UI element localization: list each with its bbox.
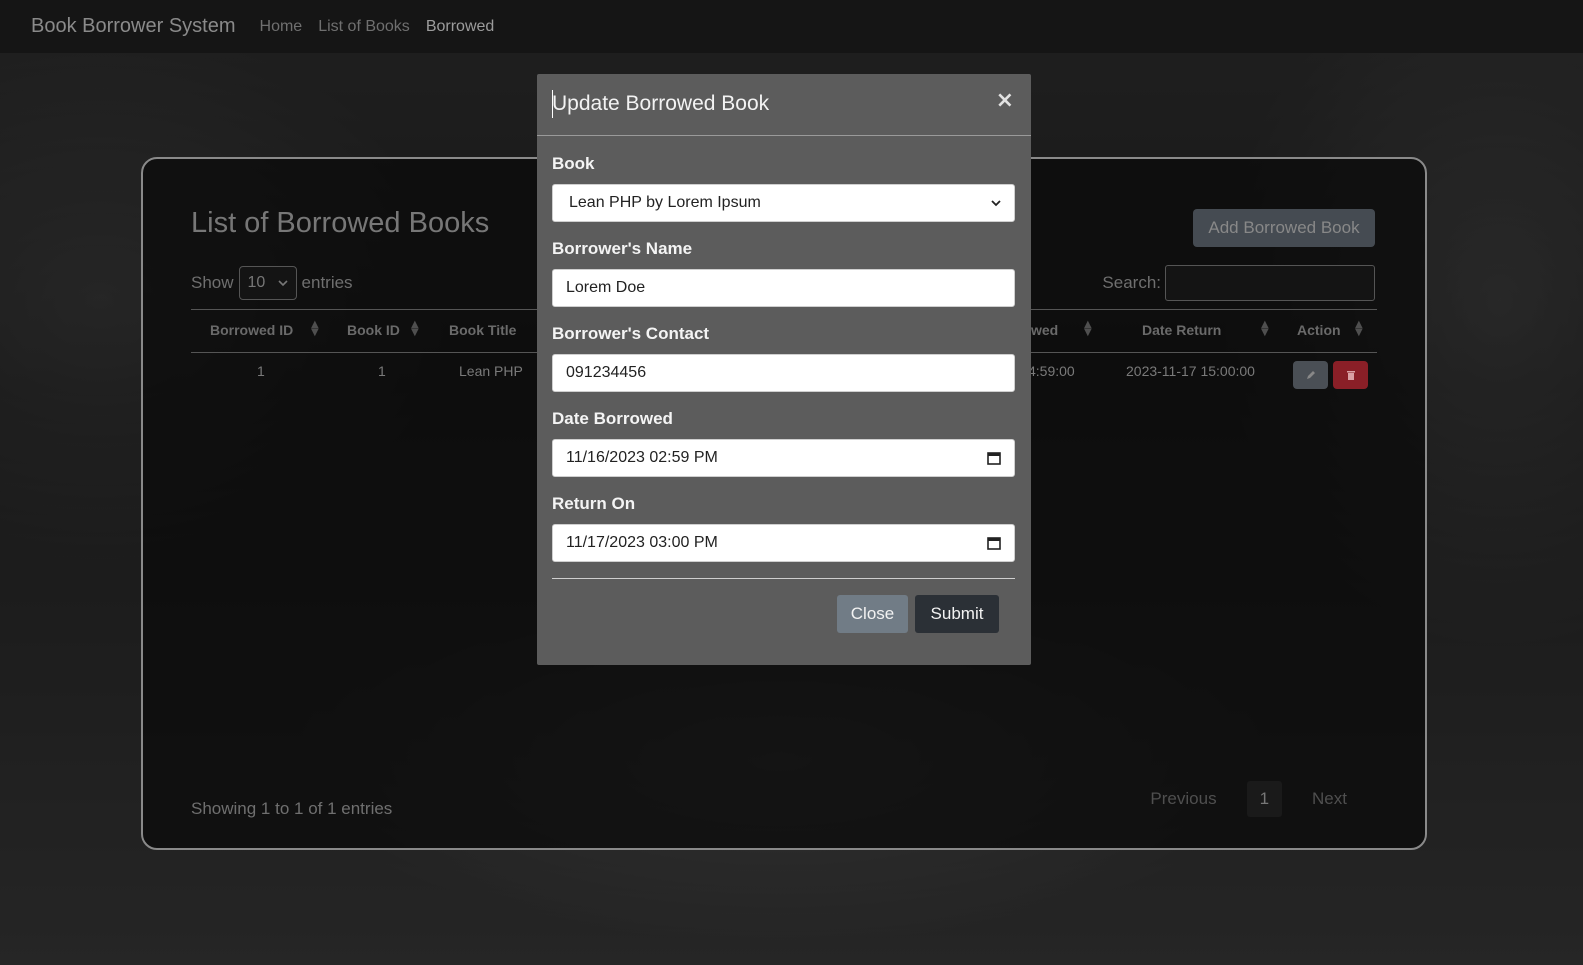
sort-icon: ▲ ▼ xyxy=(1084,319,1092,338)
sort-icon: ▲ ▼ xyxy=(411,319,419,338)
nav-link-list-of-books[interactable]: List of Books xyxy=(318,18,410,36)
delete-button[interactable] xyxy=(1333,361,1368,389)
borrower-name-label: Borrower's Name xyxy=(552,239,693,258)
modal-title: Update Borrowed Book xyxy=(552,92,770,115)
column-book-title[interactable]: Book Title xyxy=(449,322,516,338)
entries-label: entries xyxy=(301,273,353,292)
return-on-input[interactable]: 11/17/2023 03:00 PM xyxy=(552,524,1015,562)
cell-borrowed-id: 1 xyxy=(257,363,265,379)
cell-book-id: 1 xyxy=(378,363,386,379)
chevron-down-icon xyxy=(991,200,1001,207)
update-borrowed-book-modal: Update Borrowed Book × Book Lean PHP by … xyxy=(537,74,1031,665)
trash-icon xyxy=(1346,371,1355,380)
pagination-next[interactable]: Next xyxy=(1300,781,1359,817)
page-length-value: 10 xyxy=(247,274,266,291)
column-date-borrowed[interactable]: wed xyxy=(1031,322,1058,338)
pagination: Previous 1 Next xyxy=(1138,781,1359,817)
navbar: Book Borrower System Home List of Books … xyxy=(0,0,1583,53)
calendar-icon[interactable] xyxy=(987,536,1001,550)
nav-link-borrowed[interactable]: Borrowed xyxy=(426,18,494,36)
page-length-select[interactable]: 10 xyxy=(238,266,297,300)
date-borrowed-input[interactable]: 11/16/2023 02:59 PM xyxy=(552,439,1015,477)
cell-book-title: Lean PHP xyxy=(459,363,523,379)
cell-date-return: 2023-11-17 15:00:00 xyxy=(1126,363,1255,379)
date-borrowed-label: Date Borrowed xyxy=(552,409,673,428)
pagination-previous[interactable]: Previous xyxy=(1138,781,1228,817)
close-button[interactable]: Close xyxy=(837,595,908,633)
cell-date-borrowed: 4:59:00 xyxy=(1028,363,1075,379)
return-on-value: 11/17/2023 03:00 PM xyxy=(566,534,718,551)
return-on-label: Return On xyxy=(552,494,636,513)
page-length-control: Show 10 entries xyxy=(191,266,353,300)
edit-button[interactable] xyxy=(1293,361,1328,389)
book-label: Book xyxy=(552,154,595,173)
pagination-page-1[interactable]: 1 xyxy=(1246,781,1283,817)
book-select[interactable]: Lean PHP by Lorem Ipsum xyxy=(552,184,1015,222)
pencil-icon xyxy=(1306,371,1315,379)
borrower-name-value: Lorem Doe xyxy=(566,279,646,296)
nav-link-home[interactable]: Home xyxy=(260,18,303,36)
borrower-contact-label: Borrower's Contact xyxy=(552,324,710,343)
submit-button[interactable]: Submit xyxy=(915,595,999,633)
column-action[interactable]: Action xyxy=(1297,322,1341,338)
column-borrowed-id[interactable]: Borrowed ID xyxy=(210,322,293,338)
sort-icon: ▲ ▼ xyxy=(311,319,319,338)
date-borrowed-value: 11/16/2023 02:59 PM xyxy=(566,449,718,466)
column-book-id[interactable]: Book ID xyxy=(347,322,400,338)
calendar-icon[interactable] xyxy=(987,451,1001,465)
brand[interactable]: Book Borrower System xyxy=(31,15,236,38)
search-control: Search: xyxy=(1102,265,1375,301)
borrower-contact-input[interactable]: 091234456 xyxy=(552,354,1015,392)
modal-header: Update Borrowed Book × xyxy=(537,74,1031,136)
show-label: Show xyxy=(191,273,234,292)
borrower-contact-value: 091234456 xyxy=(566,364,647,381)
modal-footer-divider xyxy=(552,578,1015,579)
sort-icon: ▲ ▼ xyxy=(1261,319,1269,338)
borrower-name-input[interactable]: Lorem Doe xyxy=(552,269,1015,307)
book-select-value: Lean PHP by Lorem Ipsum xyxy=(569,194,761,211)
table-info: Showing 1 to 1 of 1 entries xyxy=(191,799,393,818)
column-date-return[interactable]: Date Return xyxy=(1142,322,1221,338)
card-title: List of Borrowed Books xyxy=(191,207,490,239)
sort-icon: ▲ ▼ xyxy=(1355,319,1363,338)
search-label: Search: xyxy=(1102,273,1161,292)
add-borrowed-book-button[interactable]: Add Borrowed Book xyxy=(1193,209,1375,247)
search-input[interactable] xyxy=(1165,265,1375,301)
close-icon[interactable]: × xyxy=(996,88,1014,113)
chevron-down-icon xyxy=(277,280,288,287)
